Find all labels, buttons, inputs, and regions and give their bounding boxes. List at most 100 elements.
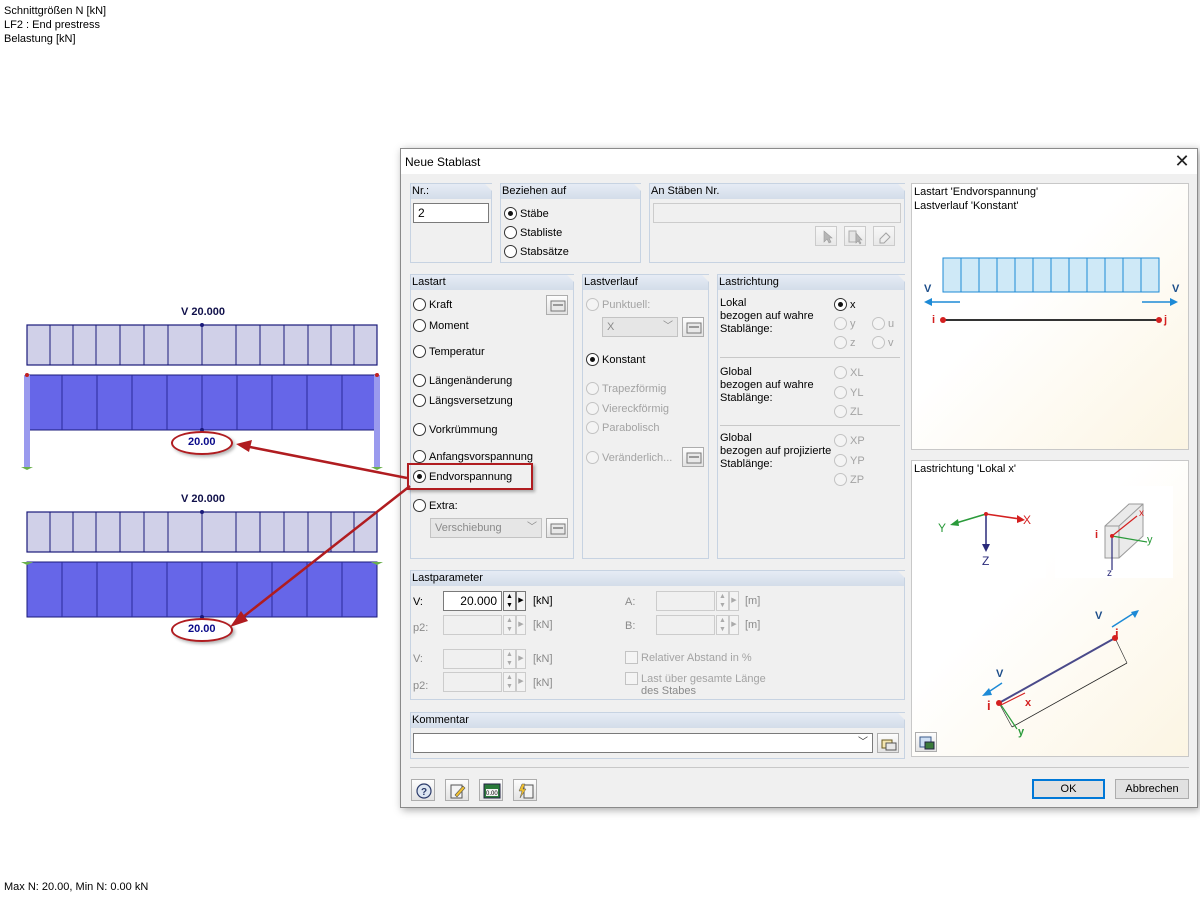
radio-konstant-button[interactable] [586,353,599,366]
radio-lokal-v-button[interactable] [872,336,885,349]
spin-menu-icon[interactable]: ▶ [516,591,526,611]
radio-global-zl[interactable]: ZL [834,405,863,418]
p22-input[interactable] [443,672,502,692]
spin-arrows-icon[interactable]: ▲ ▼ [716,615,729,635]
radio-laengsversetzung[interactable]: Längsversetzung [413,394,513,407]
radio-anfangsvorspannung-button[interactable] [413,450,426,463]
radio-laengenaenderung[interactable]: Längenänderung [413,374,512,387]
v2-input[interactable] [443,649,502,669]
radio-laengenaenderung-button[interactable] [413,374,426,387]
radio-punktuell[interactable]: Punktuell: [586,298,650,311]
radio-moment-button[interactable] [413,319,426,332]
last-ueber-checkbox[interactable]: Last über gesamte Länge [625,672,766,685]
radio-lokal-x[interactable]: x [834,298,856,311]
cancel-button[interactable]: Abbrechen [1115,779,1189,799]
spin-menu-icon[interactable]: ▶ [729,615,739,635]
preview-options-button[interactable] [915,732,937,752]
radio-kraft[interactable]: Kraft [413,298,452,311]
radio-stabliste[interactable]: Stabliste [504,226,562,239]
p22-spinbox[interactable]: ▲ ▼ ▶ [443,672,526,692]
radio-temperatur-button[interactable] [413,345,426,358]
radio-lokal-u-button[interactable] [872,317,885,330]
radio-vorkruemmung[interactable]: Vorkrümmung [413,423,497,436]
radio-lokal-z-button[interactable] [834,336,847,349]
radio-lokal-v[interactable]: v [872,336,894,349]
relativ-checkbox[interactable]: Relativer Abstand in % [625,651,752,664]
radio-global-xl[interactable]: XL [834,366,863,379]
radio-parabolisch[interactable]: Parabolisch [586,421,659,434]
spin-menu-icon[interactable]: ▶ [516,615,526,635]
spin-arrows-icon[interactable]: ▲ ▼ [503,591,516,611]
radio-veraenderlich[interactable]: Veränderlich... [586,451,672,464]
kraft-settings-button[interactable] [546,295,568,315]
v-spinbox[interactable]: 20.000 ▲ ▼ ▶ [443,591,526,611]
spin-menu-icon[interactable]: ▶ [516,672,526,692]
a-spinbox[interactable]: ▲ ▼ ▶ [656,591,739,611]
radio-global-zp[interactable]: ZP [834,473,864,486]
p2-spinbox[interactable]: ▲ ▼ ▶ [443,615,526,635]
close-icon[interactable]: ✕ [1171,151,1193,171]
b-input[interactable] [656,615,715,635]
ok-button[interactable]: OK [1032,779,1105,799]
a-input[interactable] [656,591,715,611]
radio-global-zl-button[interactable] [834,405,847,418]
radio-global-yl-button[interactable] [834,386,847,399]
radio-punktuell-button[interactable] [586,298,599,311]
an-staeben-input[interactable] [653,203,901,223]
radio-lokal-x-button[interactable] [834,298,847,311]
spin-menu-icon[interactable]: ▶ [729,591,739,611]
pick-member-button[interactable] [815,226,837,246]
punktuell-settings-button[interactable] [682,317,704,337]
spin-arrows-icon[interactable]: ▲ ▼ [503,672,516,692]
radio-stabsaetze-button[interactable] [504,245,517,258]
radio-anfangsvorspannung[interactable]: Anfangsvorspannung [413,450,533,463]
spin-arrows-icon[interactable]: ▲ ▼ [503,649,516,669]
radio-vorkruemmung-button[interactable] [413,423,426,436]
radio-viereckfoermig[interactable]: Viereckförmig [586,402,669,415]
radio-veraenderlich-button[interactable] [586,451,599,464]
kommentar-library-button[interactable] [877,733,899,753]
radio-global-yp[interactable]: YP [834,454,865,467]
radio-lokal-z[interactable]: z [834,336,856,349]
radio-lokal-y-button[interactable] [834,317,847,330]
radio-kraft-button[interactable] [413,298,426,311]
radio-konstant[interactable]: Konstant [586,353,645,366]
spin-arrows-icon[interactable]: ▲ ▼ [503,615,516,635]
radio-moment[interactable]: Moment [413,319,469,332]
relativ-checkbox-box[interactable] [625,651,638,664]
spin-menu-icon[interactable]: ▶ [516,649,526,669]
radio-global-xl-button[interactable] [834,366,847,379]
pick-multiple-button[interactable] [844,226,866,246]
radio-extra[interactable]: Extra: [413,499,458,512]
radio-global-xp[interactable]: XP [834,434,865,447]
extra-settings-button[interactable] [546,518,568,538]
last-ueber-checkbox-box[interactable] [625,672,638,685]
radio-global-zp-button[interactable] [834,473,847,486]
radio-trapezfoermig-button[interactable] [586,382,599,395]
punktuell-combo[interactable]: X ﹀ [602,317,678,337]
radio-trapezfoermig[interactable]: Trapezförmig [586,382,666,395]
radio-lokal-u[interactable]: u [872,317,894,330]
radio-global-yl[interactable]: YL [834,386,863,399]
edit-button[interactable] [445,779,469,801]
radio-parabolisch-button[interactable] [586,421,599,434]
radio-staebe-button[interactable] [504,207,517,220]
radio-global-yp-button[interactable] [834,454,847,467]
veraenderlich-settings-button[interactable] [682,447,704,467]
kommentar-combo[interactable]: ﹀ [413,733,873,753]
radio-global-xp-button[interactable] [834,434,847,447]
extra-combo[interactable]: Verschiebung ﹀ [430,518,542,538]
radio-lokal-y[interactable]: y [834,317,856,330]
b-spinbox[interactable]: ▲ ▼ ▶ [656,615,739,635]
clear-selection-button[interactable] [873,226,895,246]
v2-spinbox[interactable]: ▲ ▼ ▶ [443,649,526,669]
radio-staebe[interactable]: Stäbe [504,207,549,220]
radio-laengsversetzung-button[interactable] [413,394,426,407]
spin-arrows-icon[interactable]: ▲ ▼ [716,591,729,611]
units-button[interactable]: 0.00 [479,779,503,801]
p2-input[interactable] [443,615,502,635]
help-button[interactable]: ? [411,779,435,801]
calculate-button[interactable] [513,779,537,801]
v-input[interactable]: 20.000 [443,591,502,611]
radio-stabliste-button[interactable] [504,226,517,239]
